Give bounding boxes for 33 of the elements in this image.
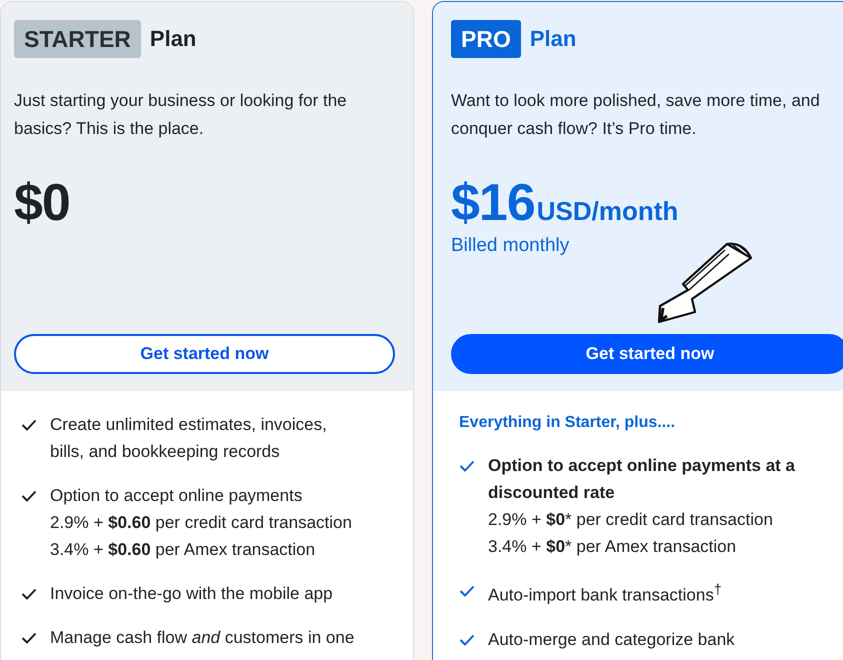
- check-icon: [21, 588, 37, 600]
- check-icon: [459, 634, 475, 646]
- feature-text: 2.9% + $0* per credit card transaction: [488, 509, 774, 531]
- feature-text: 3.4% + $0* per Amex transaction: [488, 536, 738, 558]
- feature-text: Auto-merge and categorize bank: [488, 628, 735, 651]
- feature-text: Invoice on-the-go with the mobile app: [50, 583, 333, 605]
- feature-text: 3.4% + $0.60 per Amex transaction: [50, 539, 316, 561]
- plan-badge: STARTER: [14, 20, 141, 58]
- feature-text: Auto-import bank transactions$^{†}$: [488, 581, 722, 607]
- feature-text: bills, and bookkeeping records: [50, 441, 281, 463]
- check-icon: [459, 460, 475, 472]
- plan-badge: PRO: [451, 20, 521, 58]
- check-icon: [21, 490, 37, 502]
- price-unit: USD/month: [536, 196, 678, 227]
- plan-label: Plan: [150, 26, 196, 52]
- feature-text: Option to accept online payments: [50, 485, 304, 507]
- plan-description: Want to look more polished, save more time, and conquer cash flow? It’s Pro time.: [451, 90, 821, 140]
- get-started-button[interactable]: Get started now: [14, 334, 395, 374]
- price: $16: [451, 173, 535, 233]
- feature-text: Option to accept online payments at a: [488, 455, 795, 477]
- check-icon: [21, 419, 37, 431]
- plan-description: Just starting your business or looking for the basics? This is the place.: [14, 90, 348, 140]
- feature-text: discounted rate: [488, 482, 616, 504]
- check-icon: [21, 632, 37, 644]
- features-heading: Everything in Starter, plus....: [459, 413, 676, 433]
- price: $0: [14, 173, 70, 233]
- check-icon: [459, 585, 475, 597]
- billing-period: Billed monthly: [451, 235, 570, 257]
- feature-text: 2.9% + $0.60 per credit card transaction: [50, 512, 352, 534]
- feature-text: Manage cash flow and customers in one: [50, 627, 354, 649]
- feature-text: Create unlimited estimates, invoices,: [50, 414, 327, 436]
- plan-label: Plan: [530, 26, 576, 52]
- get-started-button[interactable]: Get started now: [451, 334, 843, 374]
